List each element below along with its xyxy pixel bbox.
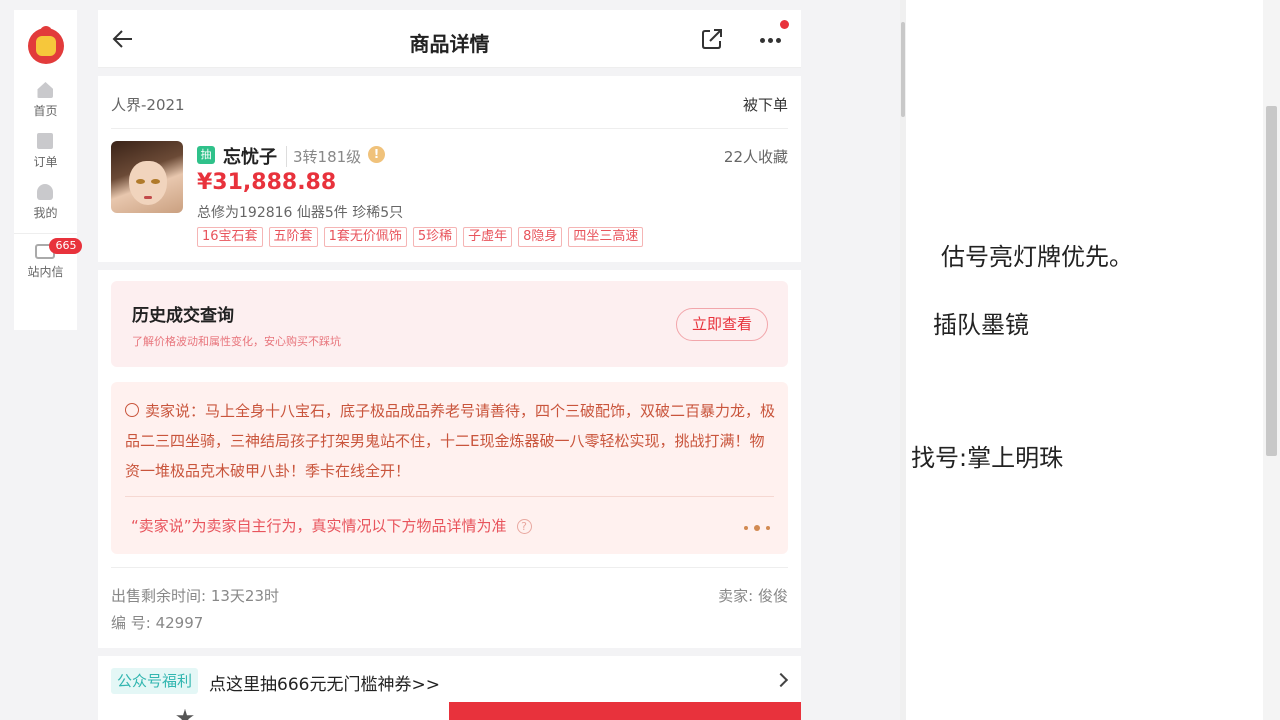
order-icon — [37, 133, 54, 149]
price: ¥31,888.88 — [197, 170, 337, 195]
seller-name: 卖家: 俊俊 — [718, 587, 788, 605]
page-header: 商品详情 — [98, 10, 801, 68]
sidebar-item-label: 订单 — [33, 155, 58, 169]
feature-tag: 四坐三高速 — [568, 227, 644, 247]
help-icon[interactable]: ? — [516, 519, 532, 534]
page-title: 商品详情 — [409, 32, 490, 56]
note-text: 找号:掌上明珠 — [911, 444, 1064, 472]
note-text: 估号亮灯牌优先。 — [941, 243, 1133, 271]
divider — [111, 567, 788, 568]
app-logo-icon[interactable] — [24, 24, 68, 68]
promo-banner[interactable]: 公众号福利 点这里抽666元无门槛神券>> — [98, 656, 801, 702]
notification-dot — [780, 20, 789, 29]
feature-tag: 五阶套 — [268, 227, 318, 247]
sidebar-item-label: 首页 — [33, 104, 58, 118]
promo-text: 点这里抽666元无门槛神券>> — [209, 675, 440, 695]
more-icon[interactable] — [758, 20, 789, 50]
feature-tag: 1套无价佩饰 — [323, 227, 407, 247]
disclaimer-text: “卖家说”为卖家自主行为，真实情况以下方物品详情为准 — [131, 517, 507, 535]
left-sidebar: 首页 订单 我的 665 站内信 — [14, 10, 83, 330]
smile-icon — [125, 403, 139, 417]
seller-says-disclaimer: “卖家说”为卖家自主行为，真实情况以下方物品详情为准? — [131, 515, 532, 536]
sidebar-item-label: 站内信 — [27, 265, 64, 279]
detail-card: 历史成交查询 了解价格波动和属性变化，安心购买不踩坑 立即查看 卖家说：马上全身… — [98, 270, 801, 648]
star-icon[interactable] — [176, 709, 194, 720]
home-icon — [37, 82, 54, 98]
order-status: 被下单 — [742, 96, 788, 114]
scrollbar-thumb[interactable] — [901, 22, 905, 117]
main-content: 商品详情 人界-2021 被下单 抽 忘忧子 3转181级 ! 22人收藏 ¥3… — [98, 0, 801, 720]
character-name: 忘忧子 — [223, 147, 277, 168]
character-level: 3转181级 — [286, 146, 361, 167]
seller-says-content: 卖家说：马上全身十八宝石，底子极品成品养老号请善待，四个三破配饰，双破二百暴力龙… — [125, 402, 776, 480]
item-code: 编 号: 42997 — [111, 614, 204, 632]
feature-tag: 5珍稀 — [412, 227, 458, 247]
feature-tag: 子虚年 — [463, 227, 513, 247]
feature-tag: 8隐身 — [518, 227, 563, 247]
product-summary-card: 人界-2021 被下单 抽 忘忧子 3转181级 ! 22人收藏 ¥31,888… — [98, 76, 801, 262]
sidebar-item-home[interactable]: 首页 — [33, 82, 58, 119]
favorites-count: 22人收藏 — [723, 148, 788, 166]
sidebar-item-messages[interactable]: 665 站内信 — [27, 238, 83, 280]
warning-icon[interactable]: ! — [368, 146, 385, 163]
divider — [111, 128, 788, 129]
expand-dots-icon[interactable] — [744, 525, 772, 533]
buy-button[interactable] — [449, 702, 801, 720]
history-title: 历史成交查询 — [132, 306, 234, 326]
sidebar-item-mine[interactable]: 我的 — [33, 184, 58, 221]
promo-tag: 公众号福利 — [111, 668, 199, 694]
sidebar-divider — [14, 233, 77, 234]
server-name: 人界-2021 — [111, 96, 185, 114]
share-icon[interactable] — [701, 28, 723, 50]
note-text: 插队墨镜 — [933, 311, 1029, 339]
seller-says-box: 卖家说：马上全身十八宝石，底子极品成品养老号请善待，四个三破配饰，双破二百暴力龙… — [111, 382, 788, 554]
scrollbar-thumb[interactable] — [1266, 106, 1277, 456]
sidebar-item-orders[interactable]: 订单 — [33, 133, 58, 170]
feature-tags: 16宝石套 五阶套 1套无价佩饰 5珍稀 子虚年 8隐身 四坐三高速 — [197, 227, 649, 247]
draw-tag: 抽 — [197, 146, 215, 164]
feature-tag: 16宝石套 — [197, 227, 263, 247]
divider — [125, 496, 774, 497]
bottom-bar-left — [98, 702, 449, 720]
chevron-right-icon — [773, 672, 789, 688]
user-icon — [37, 184, 54, 200]
character-avatar[interactable] — [111, 141, 183, 213]
view-now-button[interactable]: 立即查看 — [676, 308, 768, 341]
history-subtitle: 了解价格波动和属性变化，安心购买不踩坑 — [132, 335, 341, 348]
history-query-banner: 历史成交查询 了解价格波动和属性变化，安心购买不踩坑 立即查看 — [111, 281, 788, 367]
window-scrollbar[interactable] — [1263, 0, 1280, 720]
character-stats: 总修为192816 仙器5件 珍稀5只 — [197, 205, 404, 221]
notes-panel: 估号亮灯牌优先。 插队墨镜 找号:掌上明珠 — [906, 0, 1280, 720]
sidebar-item-label: 我的 — [33, 206, 58, 220]
remaining-time: 出售剩余时间: 13天23时 — [111, 587, 279, 605]
message-count-badge: 665 — [49, 238, 83, 254]
seller-says-text: 卖家说：马上全身十八宝石，底子极品成品养老号请善待，四个三破配饰，双破二百暴力龙… — [125, 396, 775, 486]
